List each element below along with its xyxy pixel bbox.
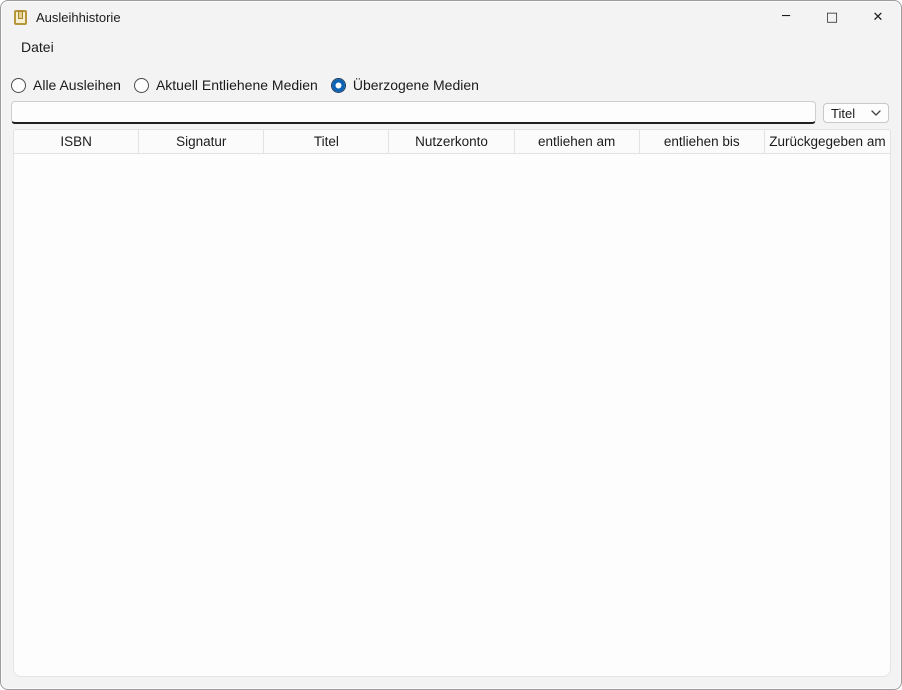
radio-label: Aktuell Entliehene Medien [156, 77, 318, 93]
window-controls: ─ □ ✕ [763, 1, 901, 33]
close-icon: ✕ [873, 10, 884, 25]
column-header-signatur[interactable]: Signatur [139, 130, 264, 153]
app-window: Ausleihhistorie ─ □ ✕ Datei Alle Ausleih… [0, 0, 902, 690]
search-input[interactable] [11, 101, 816, 124]
column-header-isbn[interactable]: ISBN [14, 130, 139, 153]
radio-unchecked-icon [11, 78, 26, 93]
chevron-down-icon [871, 110, 881, 116]
dropdown-selected-value: Titel [831, 106, 855, 121]
window-title: Ausleihhistorie [36, 10, 121, 25]
search-field-dropdown[interactable]: Titel [823, 103, 889, 123]
table-body-empty [14, 155, 890, 676]
filter-radio-group: Alle Ausleihen Aktuell Entliehene Medien… [11, 75, 492, 95]
radio-checked-icon [331, 78, 346, 93]
column-header-nutzerkonto[interactable]: Nutzerkonto [389, 130, 514, 153]
radio-alle-ausleihen[interactable]: Alle Ausleihen [11, 77, 121, 93]
column-header-zurueckgegeben-am[interactable]: Zurückgegeben am [765, 130, 890, 153]
maximize-icon: □ [826, 10, 838, 25]
bookmark-tab-icon [18, 11, 23, 19]
menu-item-datei[interactable]: Datei [19, 37, 56, 57]
radio-label: Überzogene Medien [353, 77, 479, 93]
column-header-entliehen-bis[interactable]: entliehen bis [640, 130, 765, 153]
minimize-button[interactable]: ─ [763, 1, 809, 33]
minimize-icon: ─ [782, 9, 790, 24]
column-header-titel[interactable]: Titel [264, 130, 389, 153]
loans-table: ISBN Signatur Titel Nutzerkonto entliehe… [13, 129, 891, 677]
titlebar: Ausleihhistorie ─ □ ✕ [1, 1, 901, 33]
radio-label: Alle Ausleihen [33, 77, 121, 93]
book-app-icon [14, 10, 27, 25]
table-header-row: ISBN Signatur Titel Nutzerkonto entliehe… [14, 130, 890, 154]
maximize-button[interactable]: □ [809, 1, 855, 33]
radio-unchecked-icon [134, 78, 149, 93]
menu-bar: Datei [1, 34, 56, 60]
radio-aktuell-entliehene-medien[interactable]: Aktuell Entliehene Medien [134, 77, 318, 93]
column-header-entliehen-am[interactable]: entliehen am [515, 130, 640, 153]
close-button[interactable]: ✕ [855, 1, 901, 33]
radio-ueberzogene-medien[interactable]: Überzogene Medien [331, 77, 479, 93]
